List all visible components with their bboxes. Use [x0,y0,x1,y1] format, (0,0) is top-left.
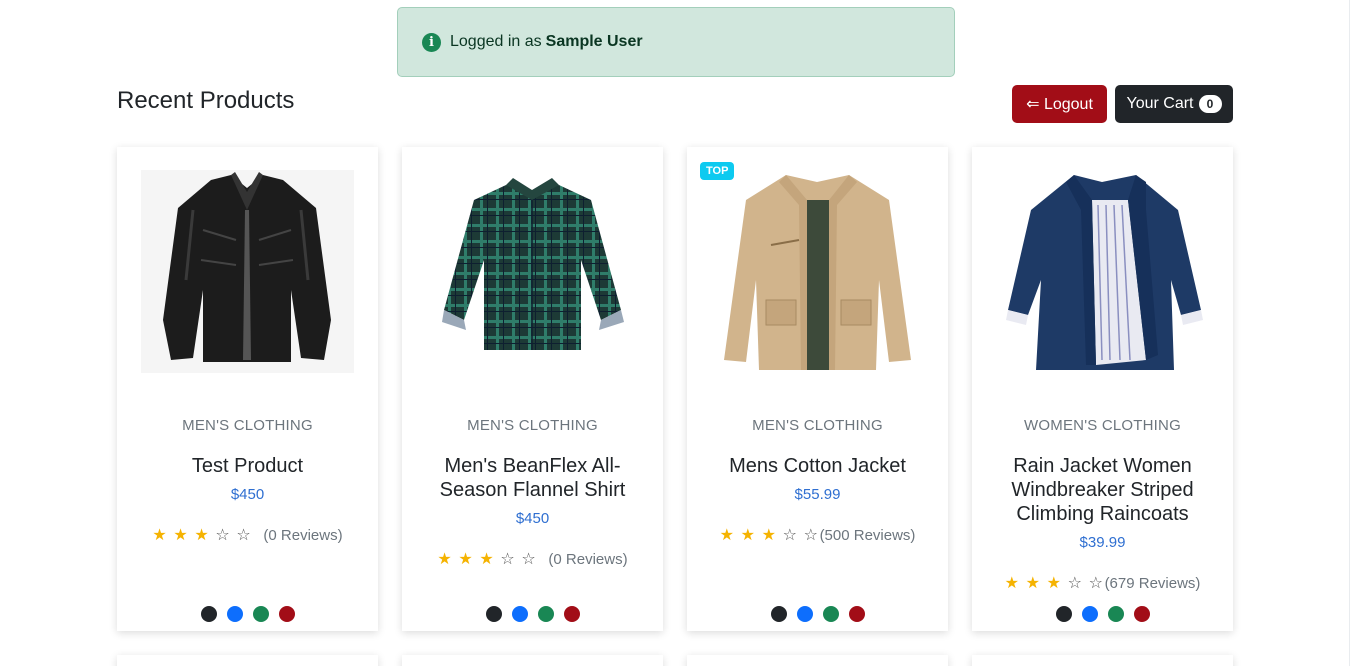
star-filled-icon: ★ [1004,575,1019,592]
swatch-blue[interactable] [796,606,813,622]
review-count: (679 Reviews) [1104,574,1201,592]
product-card-partial[interactable] [402,655,663,666]
product-card[interactable]: TOP Men's Clothing Mens Cotton Jacket $5… [687,147,948,631]
page-title: Recent Products [117,87,295,114]
cart-button-label: Your Cart [1126,95,1194,112]
info-icon: i [422,32,441,52]
product-rating: ★ ★ ★ ☆ ☆ (0 Reviews) [152,525,342,545]
swatch-blue[interactable] [1081,606,1098,622]
star-filled-icon: ★ [740,527,755,544]
product-name[interactable]: Test Product [143,454,353,478]
star-filled-icon: ★ [194,527,209,544]
swatch-black[interactable] [770,606,787,622]
swatch-blue[interactable] [511,606,528,622]
star-empty-icon: ☆ [1067,575,1082,592]
product-card-partial[interactable] [972,655,1233,666]
swatch-blue[interactable] [226,606,243,622]
alert-text: Logged in as [450,33,542,50]
star-empty-icon: ☆ [803,527,818,544]
cart-count-badge: 0 [1198,95,1222,113]
swatch-green[interactable] [1107,606,1124,622]
logout-button[interactable]: ⇐ Logout [1012,85,1107,123]
star-filled-icon: ★ [719,527,734,544]
color-swatches [972,606,1233,622]
star-empty-icon: ☆ [215,527,230,544]
star-filled-icon: ★ [152,527,167,544]
star-empty-icon: ☆ [236,527,251,544]
product-price: $55.99 [794,486,841,503]
star-filled-icon: ★ [458,551,473,568]
swatch-green[interactable] [537,606,554,622]
product-card-partial[interactable] [117,655,378,666]
product-image-leather-jacket[interactable] [141,170,354,373]
product-price: $450 [230,486,265,503]
rating-stars: ★ ★ ★ ☆ ☆ [720,525,820,545]
product-price: $450 [515,510,550,527]
logout-button-label: ⇐ Logout [1026,96,1093,113]
star-filled-icon: ★ [479,551,494,568]
product-card-partial[interactable] [687,655,948,666]
star-filled-icon: ★ [1025,575,1040,592]
swatch-black[interactable] [1055,606,1072,622]
review-count: (500 Reviews) [819,526,916,544]
cart-button[interactable]: Your Cart 0 [1115,85,1233,123]
star-empty-icon: ☆ [500,551,515,568]
color-swatches [117,606,378,622]
product-category: Women's Clothing [1024,417,1181,434]
product-category: Men's Clothing [467,417,598,434]
review-count: (0 Reviews) [263,526,343,544]
product-name[interactable]: Rain Jacket Women Windbreaker Striped Cl… [998,454,1208,526]
product-name[interactable]: Men's BeanFlex All-Season Flannel Shirt [428,454,638,502]
review-count: (0 Reviews) [548,550,628,568]
product-rating: ★ ★ ★ ☆ ☆ (500 Reviews) [720,525,916,545]
alert-username: Sample User [545,33,643,50]
swatch-red[interactable] [278,606,295,622]
swatch-red[interactable] [848,606,865,622]
rating-stars: ★ ★ ★ ☆ ☆ [1005,573,1105,593]
product-card[interactable]: Men's Clothing Men's BeanFlex All-Season… [402,147,663,631]
swatch-red[interactable] [563,606,580,622]
color-swatches [687,606,948,622]
login-alert: i Logged in as Sample User [397,7,955,77]
star-filled-icon: ★ [1046,575,1061,592]
star-filled-icon: ★ [173,527,188,544]
swatch-black[interactable] [485,606,502,622]
product-image-cotton-jacket[interactable] [711,170,924,373]
product-rating: ★ ★ ★ ☆ ☆ (679 Reviews) [1005,573,1201,593]
star-empty-icon: ☆ [1088,575,1103,592]
star-filled-icon: ★ [761,527,776,544]
star-empty-icon: ☆ [782,527,797,544]
product-card[interactable]: Men's Clothing Test Product $450 ★ ★ ★ ☆… [117,147,378,631]
product-category: Men's Clothing [752,417,883,434]
swatch-black[interactable] [200,606,217,622]
swatch-green[interactable] [252,606,269,622]
product-name[interactable]: Mens Cotton Jacket [713,454,923,478]
product-price: $39.99 [1079,534,1126,551]
rating-stars: ★ ★ ★ ☆ ☆ [437,549,542,569]
product-rating: ★ ★ ★ ☆ ☆ (0 Reviews) [437,549,627,569]
rating-stars: ★ ★ ★ ☆ ☆ [152,525,257,545]
product-image-rain-jacket[interactable] [996,170,1209,373]
color-swatches [402,606,663,622]
star-filled-icon: ★ [437,551,452,568]
swatch-red[interactable] [1133,606,1150,622]
product-image-flannel-shirt[interactable] [426,170,639,373]
product-category: Men's Clothing [182,417,313,434]
star-empty-icon: ☆ [521,551,536,568]
product-card[interactable]: Women's Clothing Rain Jacket Women Windb… [972,147,1233,631]
swatch-green[interactable] [822,606,839,622]
